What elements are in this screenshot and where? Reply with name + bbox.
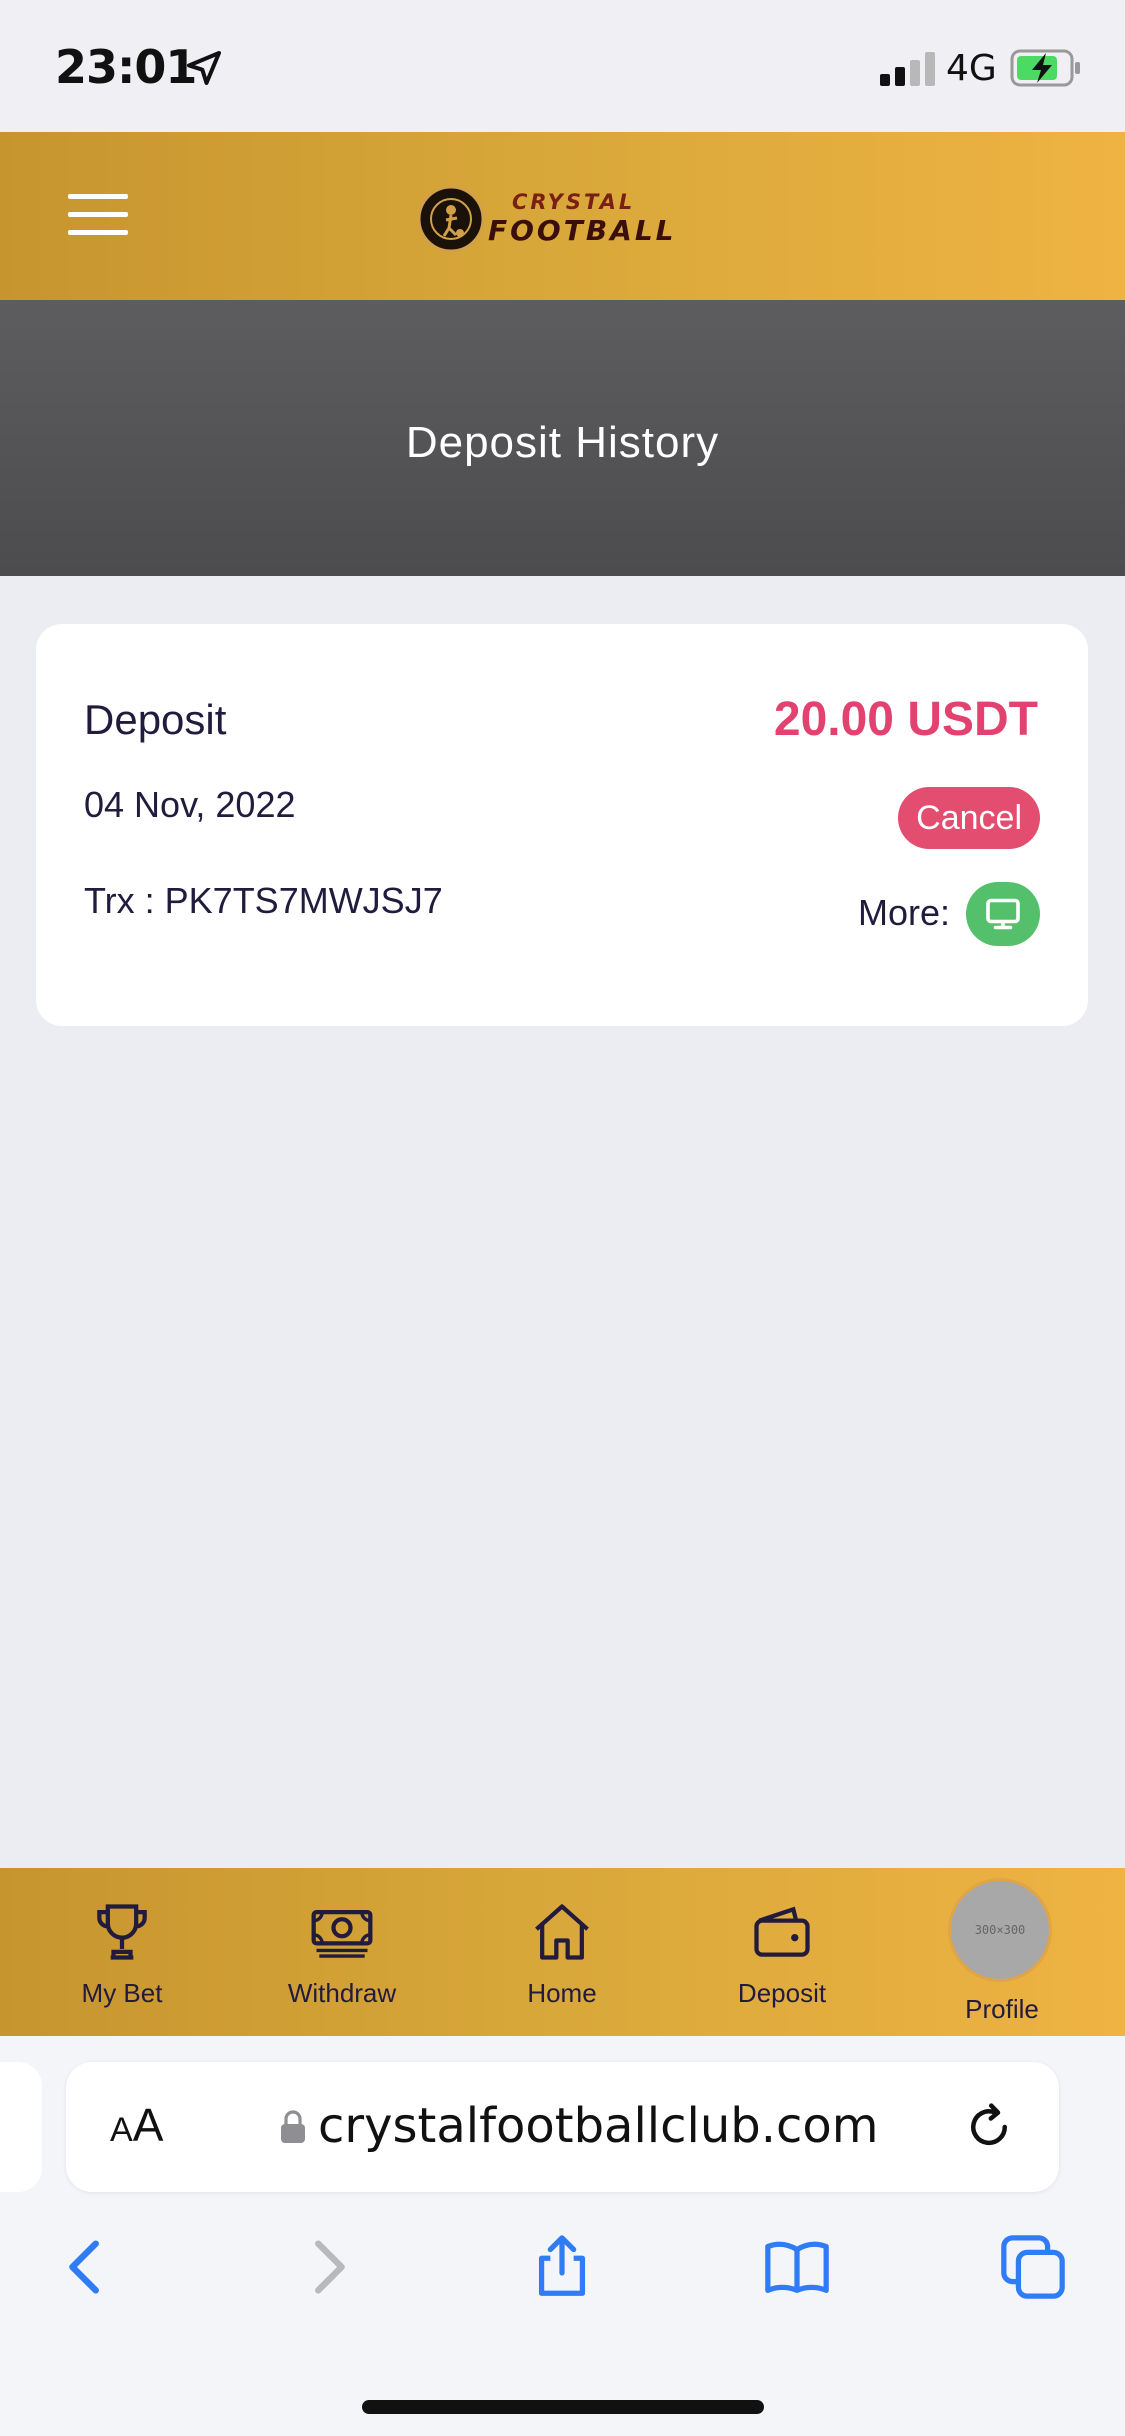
network-type: 4G — [946, 48, 997, 89]
bottom-navigation: My Bet Withdraw Home Deposit 300×300 Pro… — [0, 1868, 1125, 2036]
nav-withdraw[interactable]: Withdraw — [252, 1868, 432, 2036]
battery-charging-icon — [1010, 49, 1080, 87]
nav-label-my-bet: My Bet — [81, 1978, 163, 2008]
share-icon[interactable] — [527, 2232, 597, 2302]
wallet-icon — [754, 1906, 810, 1957]
bookmarks-icon[interactable] — [762, 2232, 832, 2302]
logo-text-football: FOOTBALL — [488, 214, 677, 247]
home-indicator — [362, 2400, 764, 2414]
browser-chrome: AA crystalfootballclub.com — [0, 2036, 1125, 2436]
more-details-button[interactable] — [966, 882, 1040, 946]
nav-my-bet[interactable]: My Bet — [32, 1868, 212, 2036]
nav-label-withdraw: Withdraw — [287, 1978, 397, 2008]
nav-label-home: Home — [527, 1978, 597, 2008]
deposit-history-card: Deposit 20.00 USDT 04 Nov, 2022 Cancel T… — [36, 624, 1088, 1026]
address-bar[interactable]: AA crystalfootballclub.com — [66, 2062, 1059, 2192]
nav-profile[interactable]: 300×300 Profile — [912, 1868, 1092, 2036]
money-icon — [311, 1910, 373, 1958]
back-arrow-icon[interactable] — [52, 2232, 122, 2302]
crystal-football-logo[interactable]: CRYSTAL FOOTBALL — [416, 182, 691, 254]
url-text[interactable]: crystalfootballclub.com — [318, 2098, 879, 2154]
top-header: CRYSTAL FOOTBALL — [0, 132, 1125, 300]
nav-deposit[interactable]: Deposit — [692, 1868, 872, 2036]
previous-tab-preview[interactable] — [0, 2062, 42, 2192]
cellular-signal-icon — [880, 52, 935, 86]
forward-arrow-icon[interactable] — [292, 2232, 362, 2302]
transaction-amount: 20.00 USDT — [773, 693, 1038, 746]
nav-label-deposit: Deposit — [737, 1978, 827, 2008]
page-title: Deposit History — [405, 418, 720, 467]
lock-icon — [281, 2110, 305, 2143]
text-size-button[interactable]: AA — [110, 2098, 163, 2152]
transaction-date: 04 Nov, 2022 — [84, 784, 296, 825]
reload-icon[interactable] — [962, 2100, 1016, 2154]
status-time: 23:01 — [55, 40, 197, 94]
monitor-icon — [986, 898, 1020, 930]
logo-ball-emblem — [417, 185, 485, 253]
nav-label-profile: Profile — [965, 1994, 1039, 2024]
transaction-id: Trx : PK7TS7MWJSJ7 — [84, 880, 443, 921]
page-hero: Deposit History — [0, 300, 1125, 576]
transaction-type: Deposit — [84, 696, 227, 743]
nav-home[interactable]: Home — [472, 1868, 652, 2036]
status-bar: 23:01 4G — [0, 0, 1125, 132]
logo-text-crystal: CRYSTAL — [512, 190, 636, 214]
location-arrow-icon — [187, 51, 221, 85]
home-icon — [535, 1904, 589, 1960]
avatar: 300×300 — [948, 1878, 1052, 1982]
cancel-button[interactable]: Cancel — [898, 787, 1040, 849]
more-label: More: — [857, 892, 950, 933]
trophy-icon — [97, 1904, 147, 1960]
hamburger-menu-icon[interactable] — [68, 194, 128, 236]
tabs-icon[interactable] — [998, 2232, 1068, 2302]
